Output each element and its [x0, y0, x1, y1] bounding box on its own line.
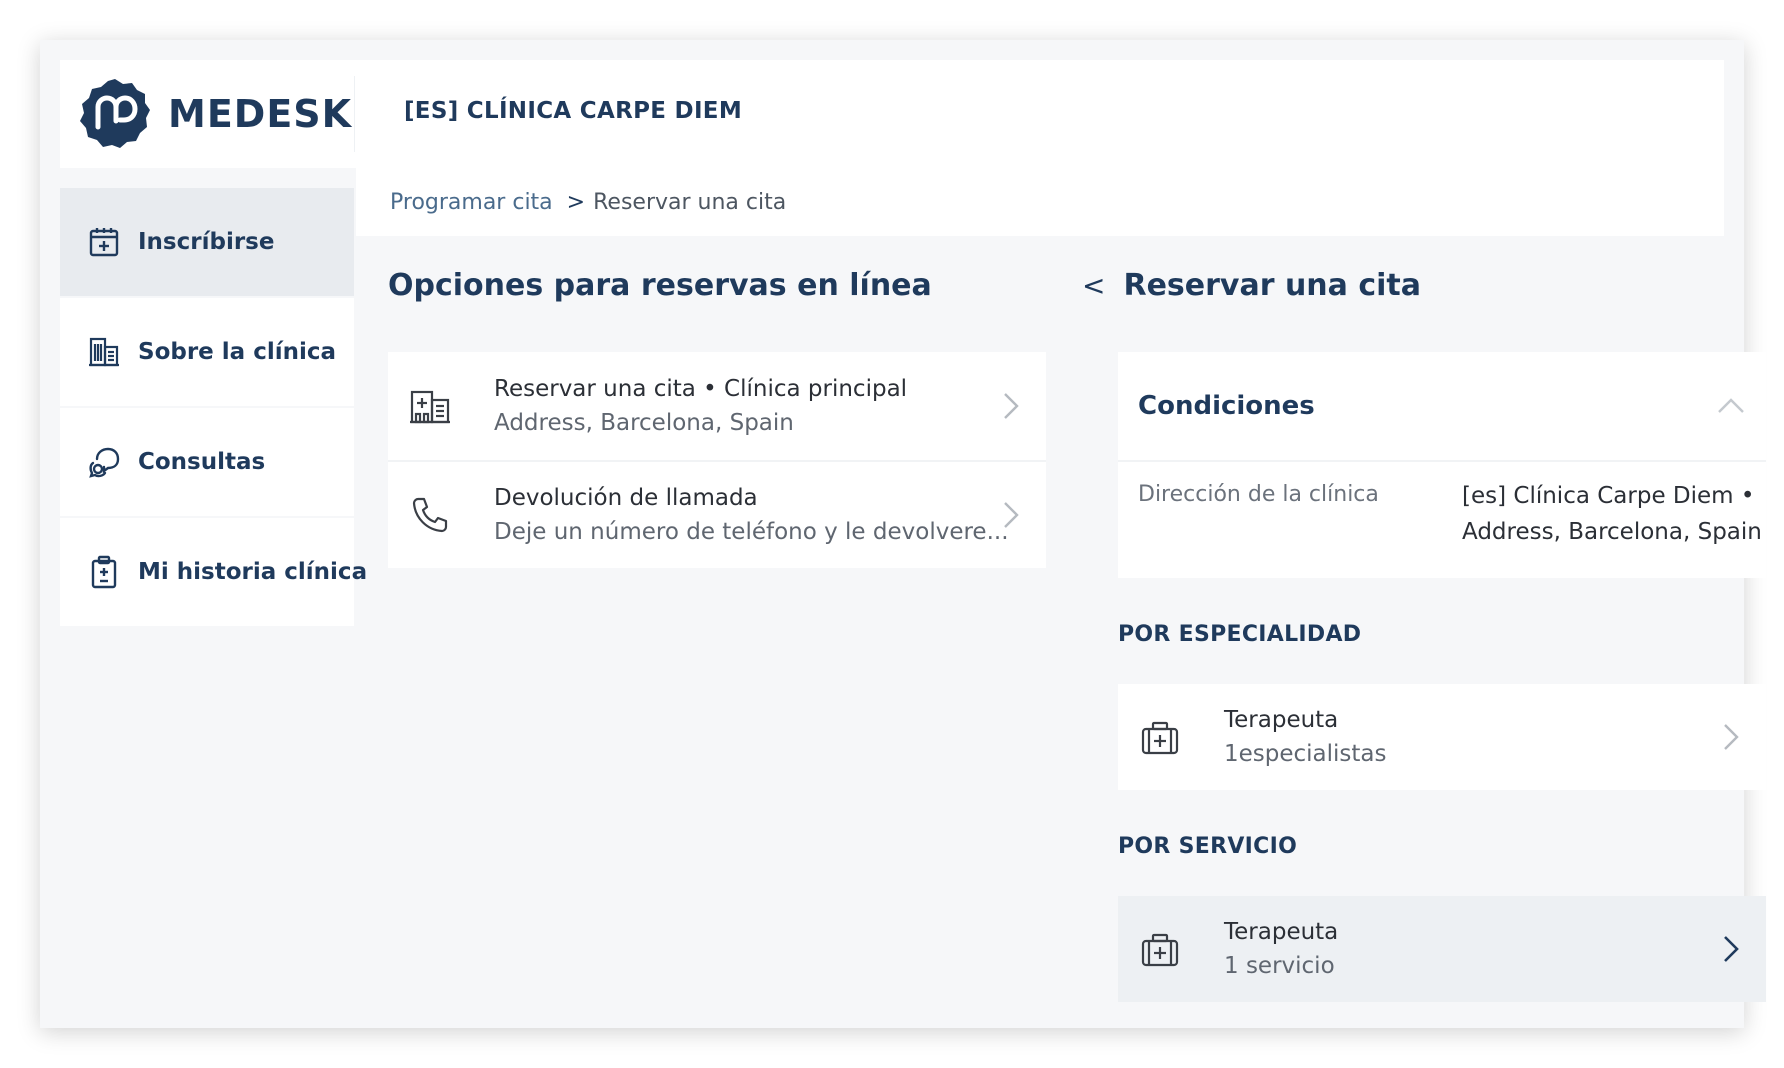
clinic-building-icon: [408, 384, 452, 428]
breadcrumb: Programar cita > Reservar una cita: [356, 168, 1724, 236]
brand-logo[interactable]: MEDESK: [78, 74, 378, 154]
building-icon: [86, 334, 122, 370]
conditions-body: Dirección de la clínica [es] Clínica Car…: [1118, 460, 1766, 578]
calendar-plus-icon: [86, 224, 122, 260]
app-window: MEDESK [ES] CLÍNICA CARPE DIEM Inscríbir…: [40, 40, 1766, 1028]
option-title: Reservar una cita • Clínica principal: [494, 376, 908, 402]
sidebar-item-label: Sobre la clínica: [138, 339, 337, 365]
chevron-right-icon: [1000, 389, 1022, 423]
specialty-title: Terapeuta: [1224, 707, 1339, 733]
option-subtitle: Address, Barcelona, Spain: [494, 410, 794, 436]
medical-case-icon: [1138, 715, 1182, 759]
section-label-service: POR SERVICIO: [1118, 834, 1298, 859]
sidebar-item-label: Inscríbirse: [138, 229, 275, 255]
breadcrumb-current: Reservar una cita: [593, 189, 787, 215]
medical-record-icon: [86, 554, 122, 590]
sidebar-item-label: Mi historia clínica: [138, 559, 368, 585]
conditions-title: Condiciones: [1138, 391, 1315, 421]
section-label-specialty: POR ESPECIALIDAD: [1118, 622, 1362, 647]
top-bar: MEDESK [ES] CLÍNICA CARPE DIEM: [60, 60, 1724, 168]
header-divider: [354, 76, 355, 152]
chevron-right-icon: [1720, 932, 1742, 966]
option-row-book-appointment[interactable]: Reservar una cita • Clínica principal Ad…: [388, 352, 1046, 460]
back-button[interactable]: <: [1082, 269, 1105, 302]
service-item-terapeuta[interactable]: Terapeuta 1 servicio: [1118, 896, 1766, 1002]
phone-icon: [408, 493, 452, 537]
chat-bubbles-icon: [86, 444, 122, 480]
brand-name: MEDESK: [168, 92, 353, 136]
clinic-name: [ES] CLÍNICA CARPE DIEM: [404, 98, 743, 124]
service-subtitle: 1 servicio: [1224, 953, 1335, 979]
service-title: Terapeuta: [1224, 919, 1339, 945]
chevron-right-icon: [1000, 498, 1022, 532]
specialty-subtitle: 1especialistas: [1224, 741, 1387, 767]
breadcrumb-separator: >: [566, 189, 586, 215]
booking-options-card: Reservar una cita • Clínica principal Ad…: [388, 352, 1046, 568]
page-title-reserve: < Reservar una cita: [1082, 268, 1421, 303]
page-title-options: Opciones para reservas en línea: [388, 268, 932, 303]
sidebar-item-label: Consultas: [138, 449, 266, 475]
medical-case-icon: [1138, 927, 1182, 971]
clinic-address-label: Dirección de la clínica: [1138, 482, 1379, 507]
sidebar-item-consultas[interactable]: Consultas: [60, 408, 354, 516]
clinic-address-value: [es] Clínica Carpe Diem • Address, Barce…: [1462, 483, 1762, 545]
sidebar-item-sobre-la-clinica[interactable]: Sobre la clínica: [60, 298, 354, 406]
option-subtitle: Deje un número de teléfono y le devolver…: [494, 519, 1009, 545]
chevron-up-icon: [1714, 395, 1748, 417]
specialty-item-terapeuta[interactable]: Terapeuta 1especialistas: [1118, 684, 1766, 790]
breadcrumb-link-programar-cita[interactable]: Programar cita: [390, 190, 553, 215]
sidebar: Inscríbirse Sobre la clínica Consultas M…: [60, 188, 367, 628]
option-title: Devolución de llamada: [494, 485, 758, 511]
conditions-toggle[interactable]: Condiciones: [1118, 352, 1766, 460]
sidebar-item-inscribirse[interactable]: Inscríbirse: [60, 188, 354, 296]
sidebar-item-mi-historia-clinica[interactable]: Mi historia clínica: [60, 518, 367, 626]
conditions-card: Condiciones Dirección de la clínica [es]…: [1118, 352, 1766, 578]
reserve-heading: Reservar una cita: [1123, 268, 1422, 303]
option-row-callback[interactable]: Devolución de llamada Deje un número de …: [388, 460, 1046, 568]
chevron-right-icon: [1720, 720, 1742, 754]
medesk-logo-icon: [80, 79, 150, 148]
